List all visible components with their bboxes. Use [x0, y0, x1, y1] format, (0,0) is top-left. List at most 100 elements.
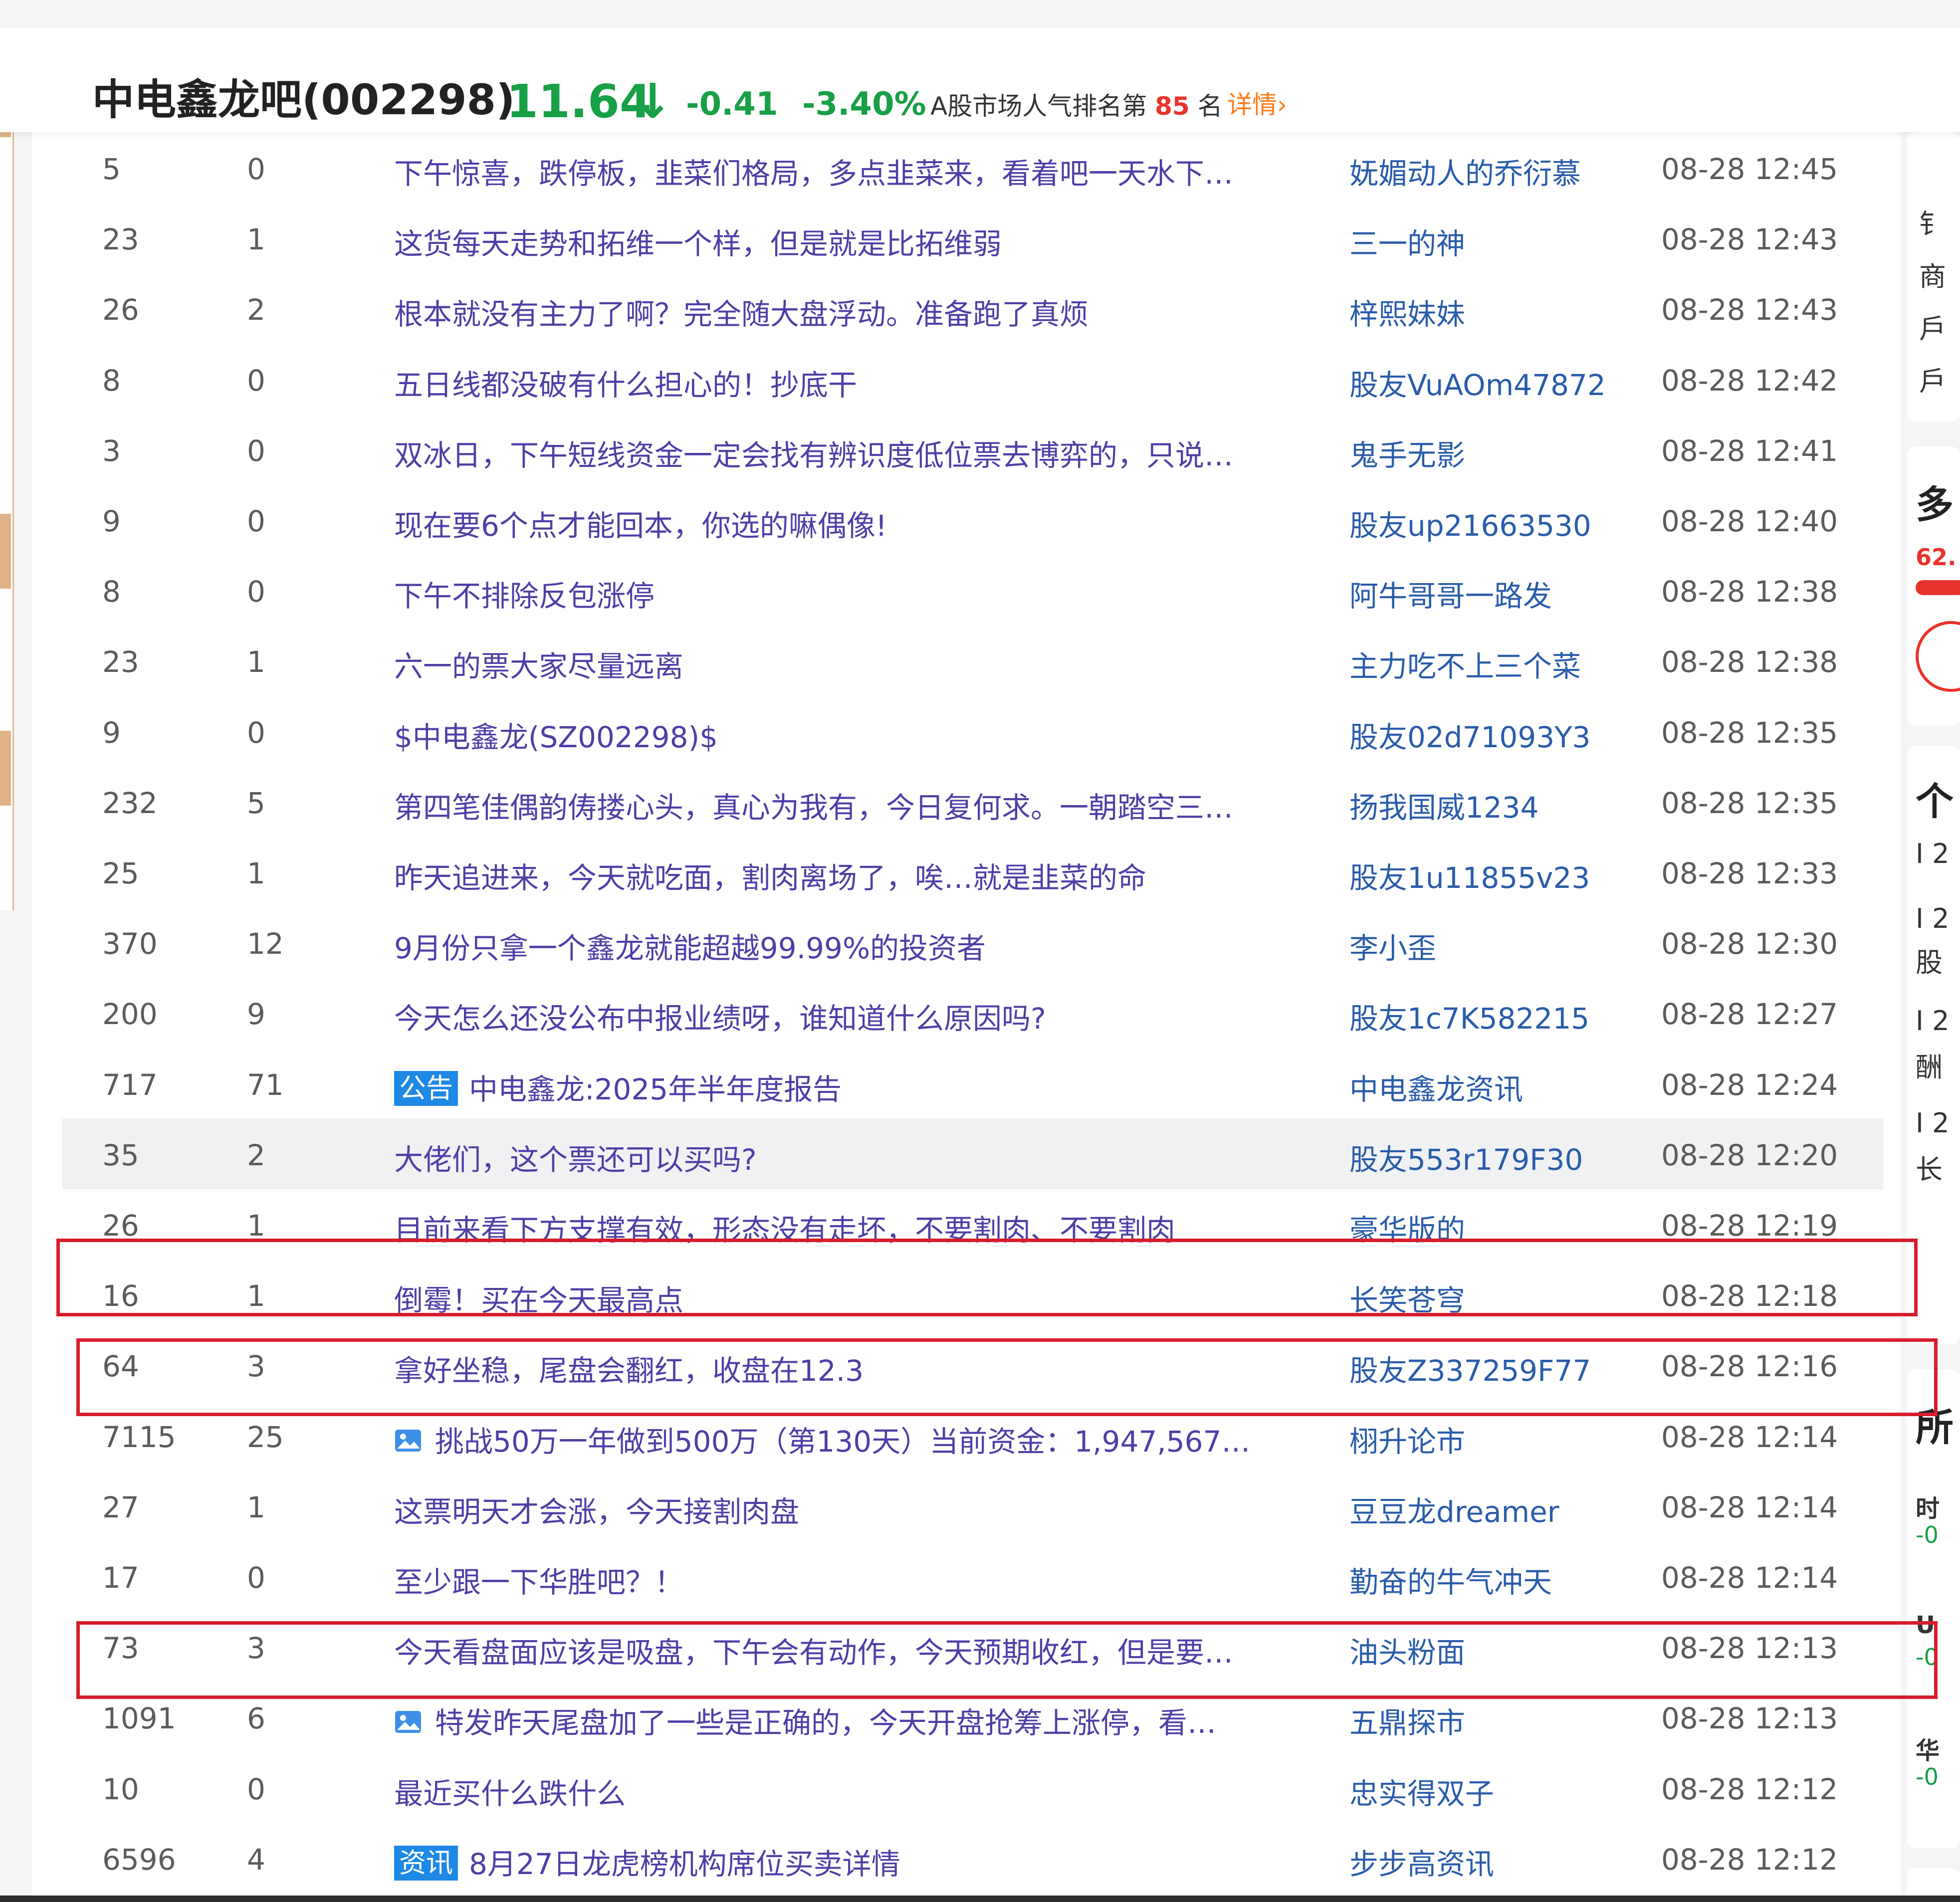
sentiment-bar — [1916, 580, 1960, 595]
post-author[interactable]: 股友VuAOm47872 — [1349, 362, 1649, 404]
post-author[interactable]: 三一的神 — [1349, 220, 1649, 262]
post-row[interactable]: 5 0 下午惊喜，跌停板，韭菜们格局，多点韭菜来，看着吧一天水下… 妩媚动人的乔衍慕 0… — [32, 132, 1883, 203]
post-row[interactable]: 9 0 现在要6个点才能回本，你选的嘛偶像! 股友up21663530 08-28 12… — [32, 484, 1883, 555]
post-title[interactable]: 五日线都没破有什么担心的！抄底干 — [394, 362, 1327, 404]
post-title-text[interactable]: 第四笔佳偶韵俦搂心头，真心为我有，今日复何求。一朝踏空三… — [394, 791, 1233, 825]
forum-title[interactable]: 中电鑫龙吧(002298) — [92, 79, 515, 121]
left-sidebar-tab[interactable] — [0, 731, 11, 806]
post-title-text[interactable]: 特发昨天尾盘加了一些是正确的，今天开盘抢筹上涨停，看… — [435, 1706, 1216, 1740]
post-title[interactable]: 9月份只拿一个鑫龙就能超越99.99%的投资者 — [394, 925, 1327, 967]
post-title-text[interactable]: 中电鑫龙:2025年半年度报告 — [469, 1072, 842, 1106]
post-row[interactable]: 370 12 9月份只拿一个鑫龙就能超越99.99%的投资者 李小歪 08-28 12:… — [32, 907, 1883, 978]
post-title[interactable]: $中电鑫龙(SZ002298)$ — [394, 714, 1327, 756]
list-item-prefix[interactable]: I 2 — [1916, 838, 1949, 869]
list-item-prefix[interactable]: I 2 — [1916, 1107, 1949, 1139]
post-title[interactable]: 根本就没有主力了啊？完全随大盘浮动。准备跑了真烦 — [394, 291, 1327, 333]
post-title[interactable]: 挑战50万一年做到500万（第130天）当前资金：1,947,567… — [394, 1418, 1327, 1460]
post-author[interactable]: 妩媚动人的乔衍慕 — [1349, 150, 1649, 192]
post-row[interactable]: 200 9 今天怎么还没公布中报业绩呀，谁知道什么原因吗? 股友1c7K582215 0… — [32, 977, 1883, 1048]
post-title-text[interactable]: $中电鑫龙(SZ002298)$ — [394, 720, 718, 754]
post-author[interactable]: 梓熙妹妹 — [1349, 291, 1649, 333]
list-item-prefix[interactable]: I 2 — [1916, 903, 1949, 934]
post-author[interactable]: 五鼎探市 — [1349, 1699, 1649, 1741]
post-title[interactable]: 下午惊喜，跌停板，韭菜们格局，多点韭菜来，看着吧一天水下… — [394, 150, 1327, 192]
post-author[interactable]: 勤奋的牛气冲天 — [1349, 1559, 1649, 1601]
list-item-tail[interactable]: 长 — [1916, 1147, 1943, 1187]
post-title-text[interactable]: 至少跟一下华胜吧？！ — [394, 1565, 683, 1599]
post-author[interactable]: 鬼手无影 — [1349, 432, 1649, 474]
post-row[interactable]: 3 0 双冰日，下午短线资金一定会找有辨识度低位票去博弈的，只说… 鬼手无影 08-28… — [32, 414, 1883, 485]
list-item-prefix[interactable]: I 2 — [1916, 1005, 1949, 1037]
post-time: 08-28 12:35 — [1661, 786, 1838, 820]
post-author[interactable]: 股友02d71093Y3 — [1349, 714, 1649, 756]
list-item-tail[interactable]: 股 — [1916, 940, 1943, 980]
post-title[interactable]: 第四笔佳偶韵俦搂心头，真心为我有，今日复何求。一朝踏空三… — [394, 784, 1327, 826]
post-title-text[interactable]: 这货每天走势和拓维一个样，但是就是比拓维弱 — [394, 227, 1002, 261]
post-author[interactable]: 股友1c7K582215 — [1349, 995, 1649, 1037]
post-title[interactable]: 特发昨天尾盘加了一些是正确的，今天开盘抢筹上涨停，看… — [394, 1699, 1327, 1741]
post-title[interactable]: 昨天追进来，今天就吃面，割肉离场了，唉…就是韭菜的命 — [394, 854, 1327, 896]
sidebar-glyph[interactable]: 戶 — [1919, 359, 1946, 399]
post-row[interactable]: 17 0 至少跟一下华胜吧？！ 勤奋的牛气冲天 08-28 12:14 — [32, 1541, 1883, 1612]
left-sidebar-tab[interactable] — [0, 514, 11, 589]
post-title[interactable]: 现在要6个点才能回本，你选的嘛偶像! — [394, 502, 1327, 544]
post-author[interactable]: 扬我国威1234 — [1349, 784, 1649, 826]
post-title[interactable]: 大佬们，这个票还可以买吗? — [394, 1136, 1327, 1178]
post-row[interactable]: 717 71 公告 中电鑫龙:2025年半年度报告 中电鑫龙资讯 08-28 12:24 — [32, 1048, 1883, 1119]
post-title[interactable]: 六一的票大家尽量远离 — [394, 643, 1327, 685]
post-author[interactable]: 股友1u11855v23 — [1349, 854, 1649, 896]
post-row[interactable]: 9 0 $中电鑫龙(SZ002298)$ 股友02d71093Y3 08-28 12:3… — [32, 696, 1883, 767]
post-author[interactable]: 李小歪 — [1349, 925, 1649, 967]
post-title[interactable]: 双冰日，下午短线资金一定会找有辨识度低位票去博弈的，只说… — [394, 432, 1327, 474]
bullish-vote-button[interactable] — [1916, 621, 1960, 692]
post-title-text[interactable]: 下午不排除反包涨停 — [394, 579, 654, 613]
post-title-text[interactable]: 六一的票大家尽量远离 — [394, 649, 683, 683]
post-title-text[interactable]: 现在要6个点才能回本，你选的嘛偶像! — [394, 509, 887, 543]
post-author[interactable]: 主力吃不上三个菜 — [1349, 643, 1649, 685]
post-author[interactable]: 阿牛哥哥一路发 — [1349, 573, 1649, 615]
post-row[interactable]: 35 2 大佬们，这个票还可以买吗? 股友553r179F30 08-28 12:20 — [62, 1118, 1883, 1189]
post-author[interactable]: 股友553r179F30 — [1349, 1136, 1649, 1178]
post-title-text[interactable]: 双冰日，下午短线资金一定会找有辨识度低位票去博弈的，只说… — [394, 438, 1233, 472]
post-title-text[interactable]: 大佬们，这个票还可以买吗? — [394, 1143, 757, 1177]
sidebar-glyph[interactable]: 戶 — [1919, 307, 1946, 346]
list-item-tail[interactable]: 酬 — [1916, 1045, 1943, 1084]
sidebar-glyph[interactable]: 钅 — [1919, 202, 1946, 241]
post-row[interactable]: 25 1 昨天追进来，今天就吃面，割肉离场了，唉…就是韭菜的命 股友1u11855v2… — [32, 837, 1883, 907]
post-title-text[interactable]: 9月份只拿一个鑫龙就能超越99.99%的投资者 — [394, 931, 986, 965]
post-row[interactable]: 8 0 下午不排除反包涨停 阿牛哥哥一路发 08-28 12:38 — [32, 555, 1883, 626]
post-row[interactable]: 23 1 这货每天走势和拓维一个样，但是就是比拓维弱 三一的神 08-28 12:43 — [32, 203, 1883, 273]
post-author[interactable]: 豆豆龙dreamer — [1349, 1488, 1649, 1530]
post-title-text[interactable]: 下午惊喜，跌停板，韭菜们格局，多点韭菜来，看着吧一天水下… — [394, 157, 1233, 191]
post-author[interactable]: 步步高资讯 — [1349, 1841, 1649, 1883]
post-title-text[interactable]: 根本就没有主力了啊？完全随大盘浮动。准备跑了真烦 — [394, 297, 1089, 331]
post-row[interactable]: 27 1 这票明天才会涨，今天接割肉盘 豆豆龙dreamer 08-28 12:14 — [32, 1471, 1883, 1541]
post-row[interactable]: 26 2 根本就没有主力了啊？完全随大盘浮动。准备跑了真烦 梓熙妹妹 08-28 12:… — [32, 273, 1883, 344]
post-author[interactable]: 中电鑫龙资讯 — [1349, 1066, 1649, 1108]
post-title-text[interactable]: 挑战50万一年做到500万（第130天）当前资金：1,947,567… — [435, 1425, 1250, 1459]
post-title-text[interactable]: 昨天追进来，今天就吃面，割肉离场了，唉…就是韭菜的命 — [394, 861, 1146, 895]
post-title-text[interactable]: 五日线都没破有什么担心的！抄底干 — [394, 368, 857, 402]
post-title-text[interactable]: 今天怎么还没公布中报业绩呀，谁知道什么原因吗? — [394, 1002, 1046, 1036]
post-author[interactable]: 忠实得双子 — [1349, 1770, 1649, 1812]
post-title[interactable]: 公告 中电鑫龙:2025年半年度报告 — [394, 1066, 1327, 1108]
post-title[interactable]: 最近买什么跌什么 — [394, 1770, 1327, 1812]
post-author[interactable]: 栩升论市 — [1349, 1418, 1649, 1460]
post-title[interactable]: 至少跟一下华胜吧？！ — [394, 1559, 1327, 1601]
rank-detail-link[interactable]: 详情› — [1227, 92, 1287, 117]
post-author[interactable]: 股友up21663530 — [1349, 502, 1649, 544]
post-title-text[interactable]: 最近买什么跌什么 — [394, 1777, 626, 1811]
sidebar-glyph[interactable]: 商 — [1919, 254, 1946, 294]
post-row[interactable]: 23 1 六一的票大家尽量远离 主力吃不上三个菜 08-28 12:38 — [32, 625, 1883, 696]
post-row[interactable]: 232 5 第四笔佳偶韵俦搂心头，真心为我有，今日复何求。一朝踏空三… 扬我国威123… — [32, 766, 1883, 837]
post-title[interactable]: 这票明天才会涨，今天接割肉盘 — [394, 1488, 1327, 1530]
post-title-text[interactable]: 8月27日龙虎榜机构席位买卖详情 — [469, 1847, 900, 1881]
post-title[interactable]: 下午不排除反包涨停 — [394, 573, 1327, 615]
post-row[interactable]: 8 0 五日线都没破有什么担心的！抄底干 股友VuAOm47872 08-28 12:4… — [32, 344, 1883, 415]
post-title[interactable]: 今天怎么还没公布中报业绩呀，谁知道什么原因吗? — [394, 995, 1327, 1037]
post-title[interactable]: 资讯 8月27日龙虎榜机构席位买卖详情 — [394, 1841, 1327, 1883]
post-title[interactable]: 这货每天走势和拓维一个样，但是就是比拓维弱 — [394, 220, 1327, 262]
post-row[interactable]: 10 0 最近买什么跌什么 忠实得双子 08-28 12:12 — [32, 1752, 1883, 1823]
post-row[interactable]: 6596 4 资讯 8月27日龙虎榜机构席位买卖详情 步步高资讯 08-28 12:12 — [32, 1823, 1883, 1894]
post-title-text[interactable]: 这票明天才会涨，今天接割肉盘 — [394, 1495, 799, 1529]
